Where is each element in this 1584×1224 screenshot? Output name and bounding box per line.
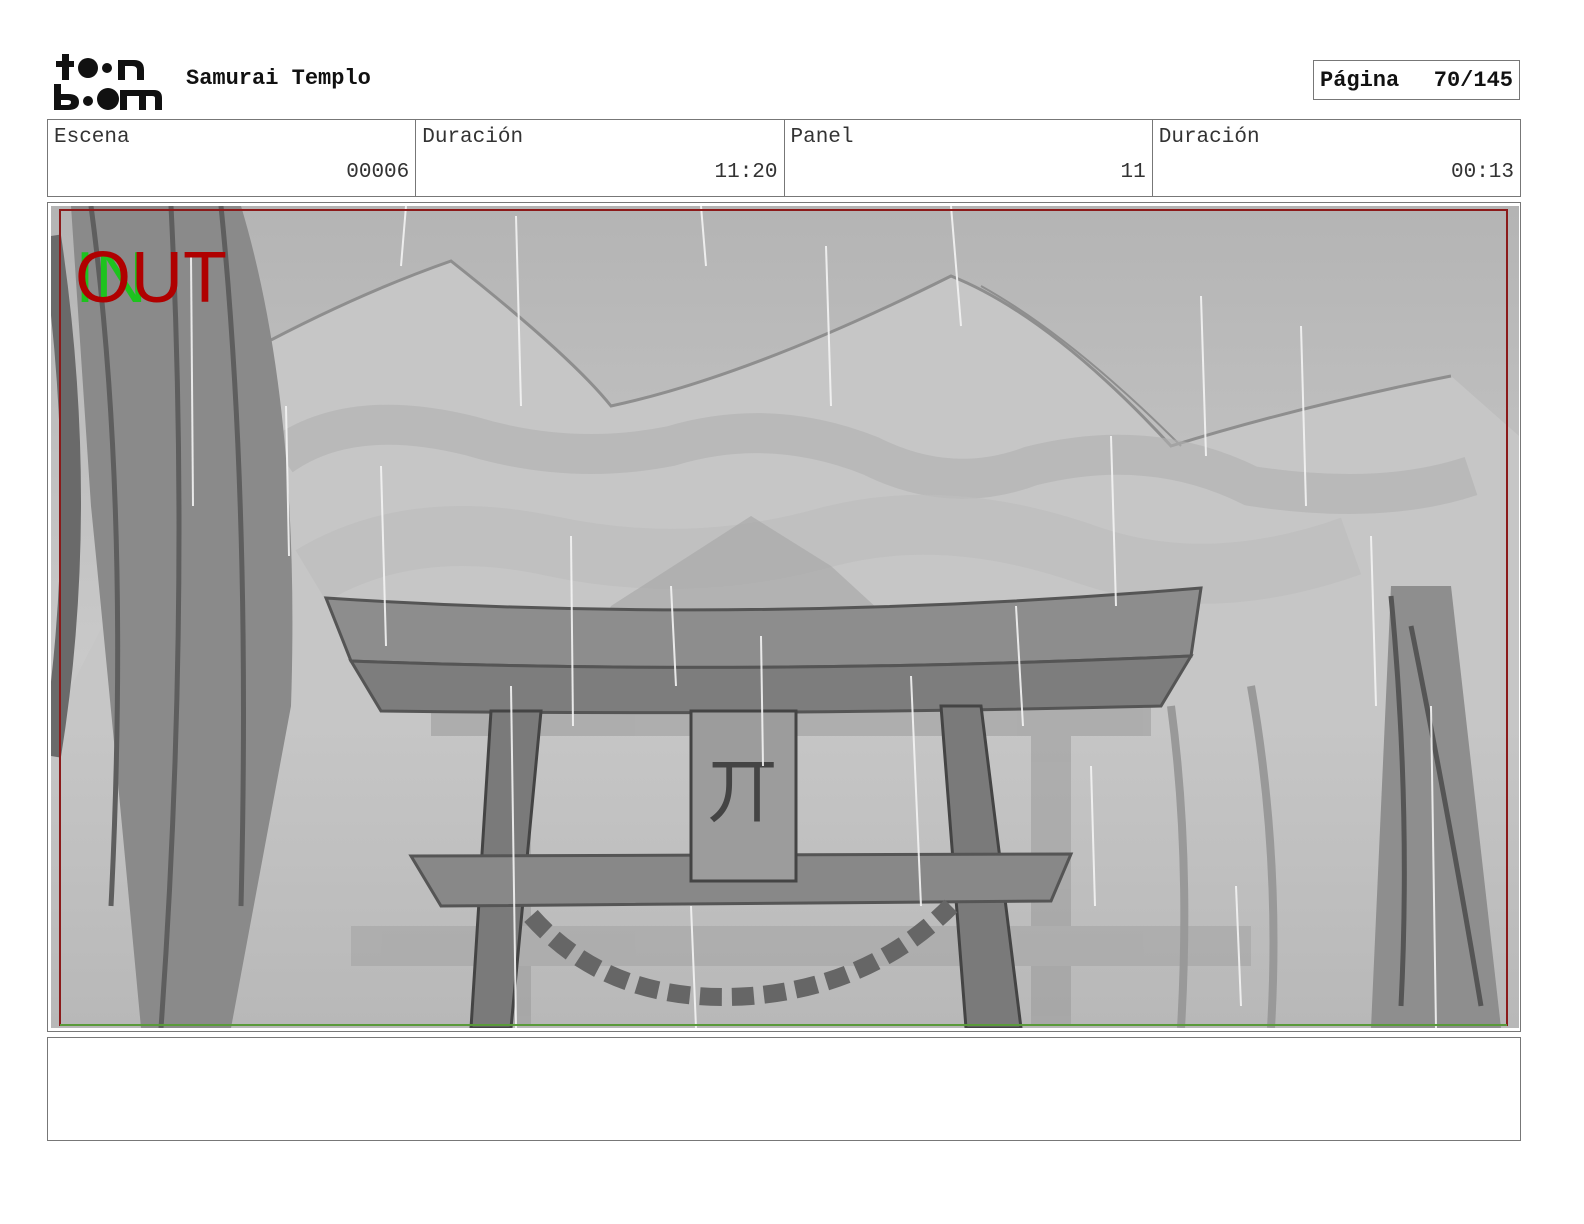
- toon-boom-logo: [52, 52, 164, 112]
- panel-label: Panel: [790, 126, 854, 149]
- notes-box[interactable]: [47, 1037, 1521, 1141]
- project-title: Samurai Templo: [186, 66, 371, 91]
- scene-duration-value: 11:20: [714, 161, 778, 184]
- scene-cell: Escena 00006: [48, 120, 417, 196]
- page-label: Página: [1320, 67, 1400, 93]
- panel-duration-label: Duración: [1158, 126, 1260, 149]
- scene-label: Escena: [54, 126, 130, 149]
- panel-duration-cell: Duración 00:13: [1153, 120, 1520, 196]
- panel-duration-value: 00:13: [1450, 161, 1514, 184]
- storyboard-sketch: 丌 IN OUT: [51, 206, 1519, 1028]
- out-marker: OUT: [75, 238, 227, 318]
- scene-value: 00006: [346, 161, 410, 184]
- panel-value: 11: [1120, 161, 1146, 184]
- page-value: 70/145: [1433, 67, 1513, 93]
- torii-sign-glyph: 丌: [707, 749, 779, 833]
- panel-cell: Panel 11: [785, 120, 1153, 196]
- logo-mark: [54, 54, 162, 110]
- panel-info-row: Escena 00006 Duración 11:20 Panel 11 Dur…: [47, 119, 1521, 197]
- scene-duration-cell: Duración 11:20: [416, 120, 785, 196]
- page-indicator: Página 70/145: [1313, 60, 1520, 100]
- scene-duration-label: Duración: [422, 126, 524, 149]
